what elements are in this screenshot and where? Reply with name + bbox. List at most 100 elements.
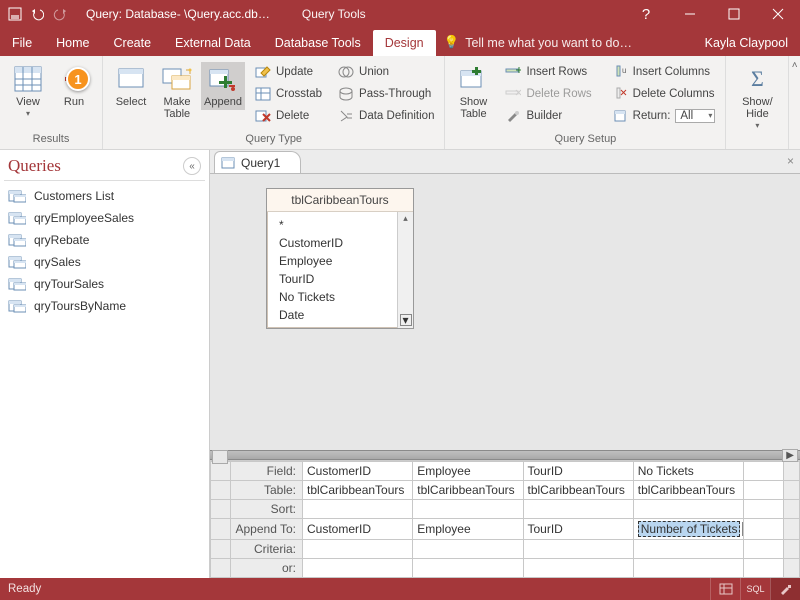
delete-rows-button[interactable]: Delete Rows bbox=[501, 84, 595, 104]
show-hide-button[interactable]: Σ Show/ Hide ▾ bbox=[732, 62, 782, 133]
save-icon[interactable] bbox=[8, 7, 22, 21]
close-button[interactable] bbox=[756, 0, 800, 28]
row-selector[interactable] bbox=[211, 481, 231, 500]
query-design-grid[interactable]: Field:CustomerIDEmployeeTourIDNo Tickets… bbox=[210, 460, 800, 578]
grid-cell[interactable] bbox=[523, 500, 633, 519]
table-field[interactable]: TourID bbox=[267, 270, 397, 288]
table-field[interactable]: No Tickets bbox=[267, 288, 397, 306]
design-view-button[interactable] bbox=[770, 578, 800, 600]
select-button[interactable]: Select bbox=[109, 62, 153, 110]
nav-item-3[interactable]: qrySales bbox=[2, 251, 207, 273]
tab-design[interactable]: Design bbox=[373, 30, 436, 56]
datasheet-view-button[interactable] bbox=[710, 578, 740, 600]
grid-cell[interactable]: TourID bbox=[523, 519, 633, 540]
tab-file[interactable]: File bbox=[0, 30, 44, 56]
tab-home[interactable]: Home bbox=[44, 30, 101, 56]
pass-through-button[interactable]: Pass-Through bbox=[334, 84, 438, 104]
grid-cell[interactable] bbox=[303, 500, 413, 519]
grid-cell[interactable]: tblCaribbeanTours bbox=[413, 481, 523, 500]
grid-cell[interactable] bbox=[633, 500, 743, 519]
undo-icon[interactable] bbox=[30, 7, 44, 21]
grid-cell[interactable]: Number of Tickets▾ bbox=[633, 519, 743, 540]
grid-cell[interactable]: No Tickets bbox=[633, 462, 743, 481]
view-button[interactable]: View ▾ bbox=[6, 62, 50, 121]
sql-view-button[interactable]: SQL bbox=[740, 578, 770, 600]
grid-cell[interactable] bbox=[413, 540, 523, 559]
table-field[interactable]: CustomerID bbox=[267, 234, 397, 252]
close-tab-button[interactable]: × bbox=[787, 154, 794, 168]
table-window-scrollbar[interactable]: ▴ ▾ bbox=[397, 212, 413, 328]
grid-cell[interactable]: Employee bbox=[413, 462, 523, 481]
tab-query1[interactable]: Query1 bbox=[214, 151, 301, 173]
grid-cell[interactable] bbox=[633, 559, 743, 578]
return-control[interactable]: Return: All▾ bbox=[608, 106, 720, 126]
update-button[interactable]: Update bbox=[251, 62, 326, 82]
tab-create[interactable]: Create bbox=[102, 30, 164, 56]
grid-cell[interactable] bbox=[744, 481, 784, 500]
table-window-title[interactable]: tblCaribbeanTours bbox=[267, 189, 413, 212]
ribbon-collapse-button[interactable]: ˄ bbox=[789, 56, 800, 149]
grid-cell[interactable]: tblCaribbeanTours bbox=[303, 481, 413, 500]
grid-cell[interactable]: CustomerID bbox=[303, 462, 413, 481]
help-button[interactable]: ? bbox=[624, 0, 668, 28]
grid-cell[interactable] bbox=[744, 559, 784, 578]
redo-icon[interactable] bbox=[52, 7, 66, 21]
grid-cell-editing[interactable]: Number of Tickets bbox=[638, 521, 741, 537]
account-user[interactable]: Kayla Claypool bbox=[693, 30, 800, 56]
nav-item-0[interactable]: Customers List bbox=[2, 185, 207, 207]
nav-item-4[interactable]: qryTourSales bbox=[2, 273, 207, 295]
grid-cell[interactable]: tblCaribbeanTours bbox=[523, 481, 633, 500]
grid-cell[interactable] bbox=[633, 540, 743, 559]
tab-external-data[interactable]: External Data bbox=[163, 30, 263, 56]
builder-button[interactable]: Builder bbox=[501, 106, 595, 126]
grid-cell[interactable] bbox=[523, 559, 633, 578]
maximize-button[interactable] bbox=[712, 0, 756, 28]
delete-columns-button[interactable]: Delete Columns bbox=[608, 84, 720, 104]
delete-query-button[interactable]: Delete bbox=[251, 106, 326, 126]
union-button[interactable]: Union bbox=[334, 62, 438, 82]
grid-cell[interactable]: TourID bbox=[523, 462, 633, 481]
scroll-down-icon[interactable]: ▾ bbox=[400, 314, 412, 326]
grid-cell[interactable] bbox=[523, 540, 633, 559]
query-design-upper-pane[interactable]: tblCaribbeanTours *CustomerIDEmployeeTou… bbox=[210, 174, 800, 450]
data-definition-button[interactable]: Data Definition bbox=[334, 106, 438, 126]
crosstab-button[interactable]: Crosstab bbox=[251, 84, 326, 104]
grid-cell[interactable] bbox=[744, 540, 784, 559]
row-selector[interactable] bbox=[211, 519, 231, 540]
return-combo[interactable]: All▾ bbox=[675, 109, 715, 123]
row-selector[interactable] bbox=[211, 500, 231, 519]
row-selector[interactable] bbox=[211, 540, 231, 559]
nav-item-1[interactable]: qryEmployeeSales bbox=[2, 207, 207, 229]
row-selector[interactable] bbox=[211, 462, 231, 481]
tab-database-tools[interactable]: Database Tools bbox=[263, 30, 373, 56]
grid-cell[interactable] bbox=[744, 519, 784, 540]
insert-columns-label: Insert Columns bbox=[633, 66, 710, 78]
minimize-button[interactable] bbox=[668, 0, 712, 28]
table-window[interactable]: tblCaribbeanTours *CustomerIDEmployeeTou… bbox=[266, 188, 414, 329]
nav-collapse-button[interactable]: « bbox=[183, 157, 201, 175]
grid-cell[interactable]: Employee bbox=[413, 519, 523, 540]
make-table-button[interactable]: Make Table bbox=[155, 62, 199, 122]
grid-cell[interactable] bbox=[303, 559, 413, 578]
row-selector[interactable] bbox=[211, 559, 231, 578]
grid-cell[interactable] bbox=[413, 559, 523, 578]
nav-category-title[interactable]: Queries bbox=[8, 156, 177, 176]
insert-rows-button[interactable]: Insert Rows bbox=[501, 62, 595, 82]
grid-cell[interactable] bbox=[413, 500, 523, 519]
nav-item-5[interactable]: qryToursByName bbox=[2, 295, 207, 317]
insert-columns-button[interactable]: uInsert Columns bbox=[608, 62, 720, 82]
table-field[interactable]: Employee bbox=[267, 252, 397, 270]
design-grid-splitter[interactable] bbox=[210, 450, 800, 460]
table-field[interactable]: Date bbox=[267, 306, 397, 324]
tell-me-search[interactable]: 💡 Tell me what you want to do… bbox=[436, 29, 693, 56]
append-button[interactable]: Append bbox=[201, 62, 245, 110]
table-field[interactable]: * bbox=[267, 216, 397, 234]
show-table-button[interactable]: Show Table bbox=[451, 62, 495, 122]
scroll-up-icon[interactable]: ▴ bbox=[403, 212, 408, 225]
grid-cell[interactable]: CustomerID bbox=[303, 519, 413, 540]
nav-item-2[interactable]: qryRebate bbox=[2, 229, 207, 251]
grid-cell[interactable] bbox=[744, 500, 784, 519]
grid-cell[interactable] bbox=[744, 462, 784, 481]
grid-cell[interactable] bbox=[303, 540, 413, 559]
grid-cell[interactable]: tblCaribbeanTours bbox=[633, 481, 743, 500]
